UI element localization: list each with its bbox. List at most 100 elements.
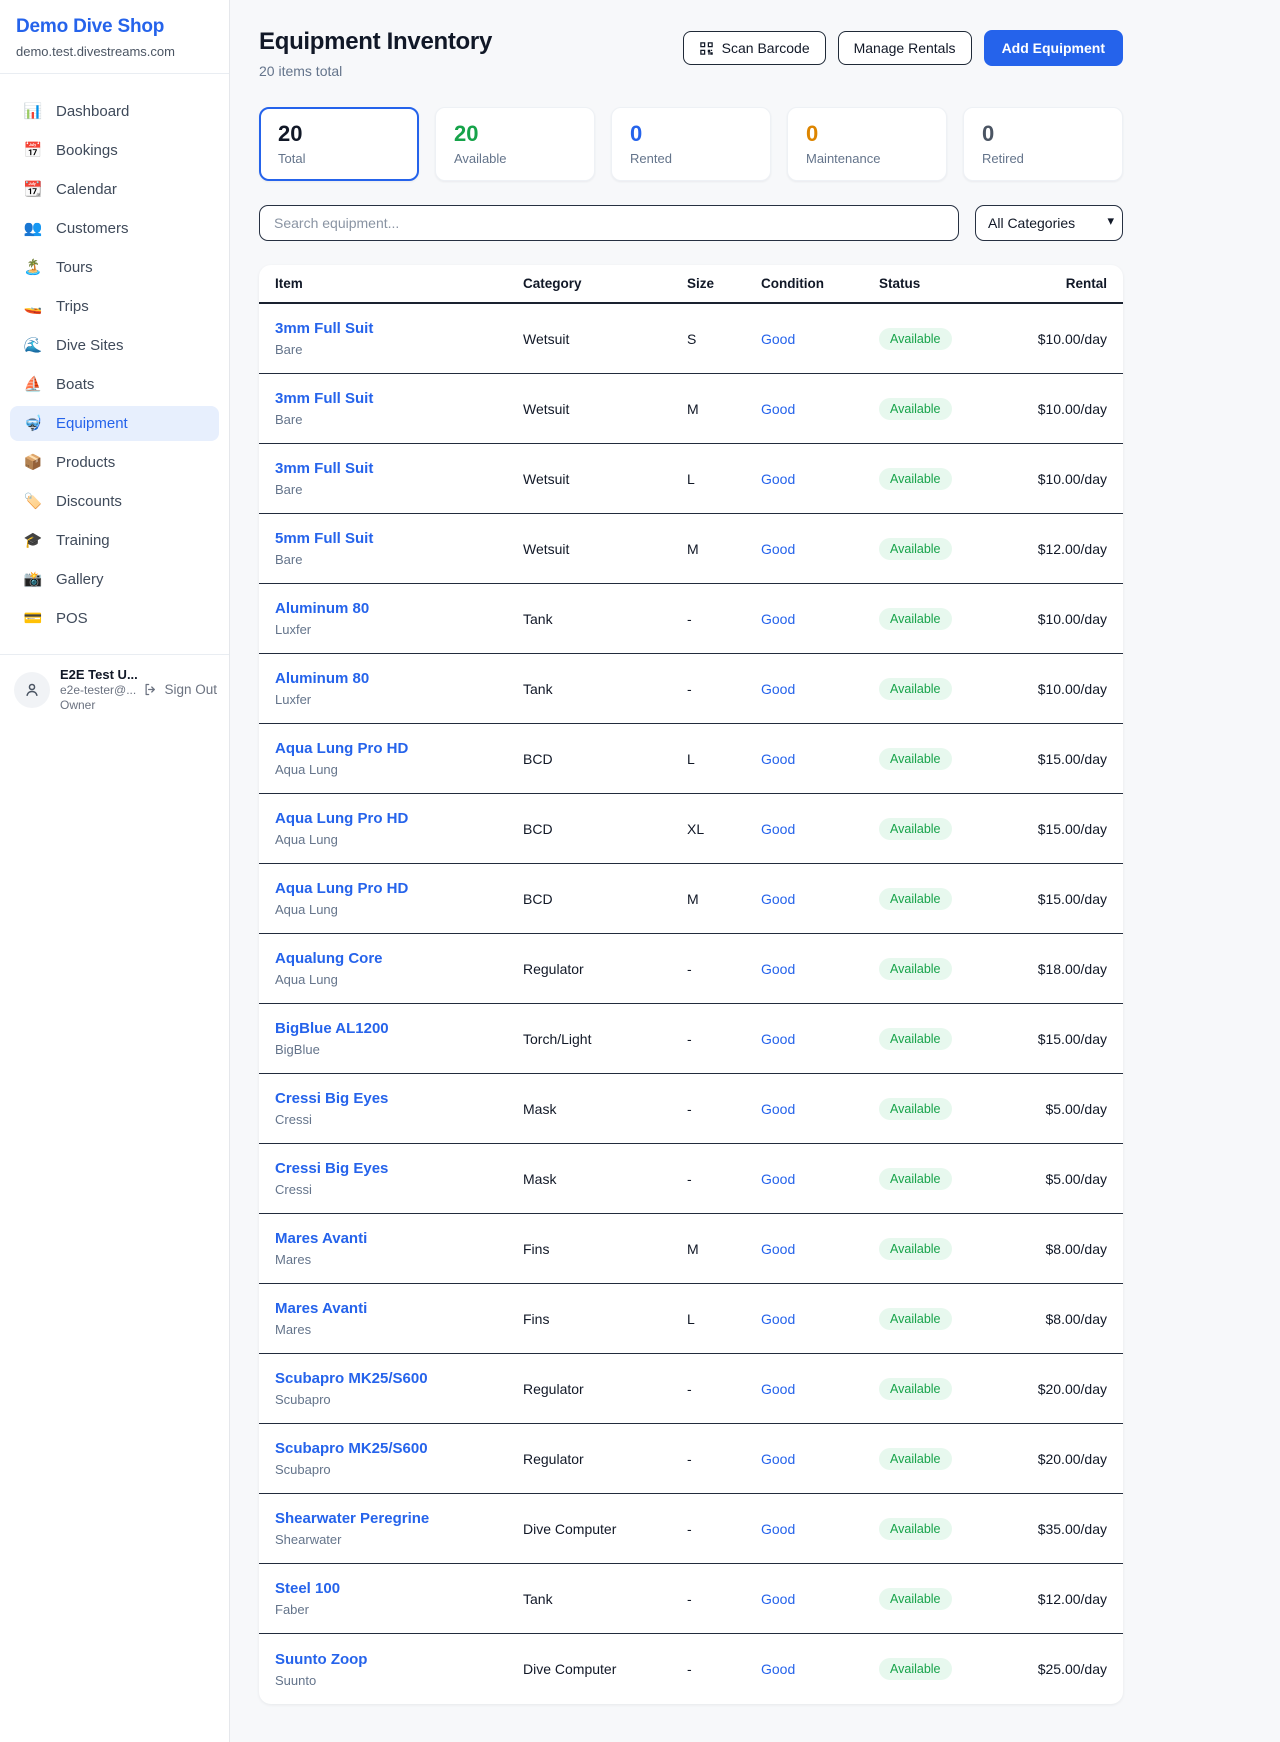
item-category: Tank [523,1591,687,1607]
sidebar-item-customers[interactable]: 👥 Customers [10,211,219,246]
status-badge: Available [879,1448,952,1470]
item-name-link[interactable]: 5mm Full Suit [275,530,523,549]
scan-barcode-label: Scan Barcode [722,40,810,56]
stat-card-total[interactable]: 20 Total [259,107,419,181]
sidebar-item-trips[interactable]: 🚤 Trips [10,289,219,324]
item-rental-rate: $10.00/day [1019,331,1107,347]
item-brand: Bare [275,482,523,497]
column-header-rental: Rental [1019,276,1107,291]
sidebar-item-bookings[interactable]: 📅 Bookings [10,133,219,168]
sidebar: Demo Dive Shop demo.test.divestreams.com… [0,0,230,1742]
sidebar-item-training[interactable]: 🎓 Training [10,523,219,558]
item-condition: Good [761,541,879,557]
status-cell: Available [879,1378,1019,1400]
manage-rentals-button[interactable]: Manage Rentals [838,31,972,65]
item-name-link[interactable]: Aluminum 80 [275,600,523,619]
table-row: Suunto Zoop Suunto Dive Computer - Good … [259,1634,1123,1704]
item-condition: Good [761,1381,879,1397]
item-cell: 5mm Full Suit Bare [275,530,523,567]
sidebar-item-equipment[interactable]: 🤿 Equipment [10,406,219,441]
item-name-link[interactable]: Scubapro MK25/S600 [275,1370,523,1389]
item-brand: Bare [275,412,523,427]
sidebar-item-boats[interactable]: ⛵ Boats [10,367,219,402]
item-name-link[interactable]: Aqua Lung Pro HD [275,740,523,759]
status-badge: Available [879,1378,952,1400]
item-size: M [687,541,761,557]
item-category: BCD [523,751,687,767]
search-input[interactable] [259,205,959,241]
brand-title[interactable]: Demo Dive Shop [16,16,213,38]
user-meta: E2E Test U... e2e-tester@... Owner [60,667,133,712]
sidebar-item-tours[interactable]: 🏝️ Tours [10,250,219,285]
item-name-link[interactable]: 3mm Full Suit [275,390,523,409]
stat-card-rented[interactable]: 0 Rented [611,107,771,181]
item-name-link[interactable]: Aqualung Core [275,950,523,969]
item-name-link[interactable]: Mares Avanti [275,1300,523,1319]
item-name-link[interactable]: Cressi Big Eyes [275,1090,523,1109]
item-name-link[interactable]: 3mm Full Suit [275,460,523,479]
status-cell: Available [879,398,1019,420]
item-category: Tank [523,681,687,697]
item-brand: BigBlue [275,1042,523,1057]
item-size: - [687,681,761,697]
stat-cards: 20 Total 20 Available 0 Rented 0 Mainten… [259,107,1123,181]
item-name-link[interactable]: Shearwater Peregrine [275,1510,523,1529]
item-name-link[interactable]: Aqua Lung Pro HD [275,880,523,899]
sidebar-item-dive-sites[interactable]: 🌊 Dive Sites [10,328,219,363]
item-brand: Cressi [275,1112,523,1127]
item-cell: Aqualung Core Aqua Lung [275,950,523,987]
item-name-link[interactable]: Aqua Lung Pro HD [275,810,523,829]
item-name-link[interactable]: BigBlue AL1200 [275,1020,523,1039]
item-name-link[interactable]: Scubapro MK25/S600 [275,1440,523,1459]
item-name-link[interactable]: Suunto Zoop [275,1651,523,1670]
sidebar-item-pos[interactable]: 💳 POS [10,601,219,636]
item-name-link[interactable]: Steel 100 [275,1580,523,1599]
item-rental-rate: $15.00/day [1019,1031,1107,1047]
stat-value: 20 [278,121,400,146]
table-row: Mares Avanti Mares Fins M Good Available… [259,1214,1123,1284]
item-category: Wetsuit [523,331,687,347]
item-name-link[interactable]: Cressi Big Eyes [275,1160,523,1179]
stat-card-available[interactable]: 20 Available [435,107,595,181]
sidebar-item-discounts[interactable]: 🏷️ Discounts [10,484,219,519]
category-select[interactable]: All Categories [975,205,1123,241]
status-cell: Available [879,1028,1019,1050]
item-size: L [687,751,761,767]
status-cell: Available [879,468,1019,490]
stat-card-maintenance[interactable]: 0 Maintenance [787,107,947,181]
sign-out-button[interactable]: Sign Out [143,682,217,697]
item-brand: Aqua Lung [275,832,523,847]
item-size: L [687,471,761,487]
status-cell: Available [879,328,1019,350]
item-brand: Suunto [275,1673,523,1688]
add-equipment-button[interactable]: Add Equipment [984,30,1123,66]
avatar [14,672,50,708]
item-rental-rate: $18.00/day [1019,961,1107,977]
item-category: Regulator [523,961,687,977]
status-cell: Available [879,1168,1019,1190]
status-cell: Available [879,678,1019,700]
item-condition: Good [761,961,879,977]
item-name-link[interactable]: Mares Avanti [275,1230,523,1249]
item-brand: Faber [275,1602,523,1617]
stat-card-retired[interactable]: 0 Retired [963,107,1123,181]
sidebar-item-products[interactable]: 📦 Products [10,445,219,480]
item-rental-rate: $10.00/day [1019,611,1107,627]
item-condition: Good [761,611,879,627]
item-size: - [687,961,761,977]
item-condition: Good [761,681,879,697]
scan-barcode-button[interactable]: Scan Barcode [683,31,826,65]
status-badge: Available [879,1658,952,1680]
sidebar-item-dashboard[interactable]: 📊 Dashboard [10,94,219,129]
sidebar-item-calendar[interactable]: 📆 Calendar [10,172,219,207]
item-size: M [687,1241,761,1257]
item-rental-rate: $12.00/day [1019,541,1107,557]
logout-icon [143,682,158,697]
item-name-link[interactable]: 3mm Full Suit [275,320,523,339]
item-category: Mask [523,1171,687,1187]
item-condition: Good [761,471,879,487]
item-name-link[interactable]: Aluminum 80 [275,670,523,689]
sidebar-item-gallery[interactable]: 📸 Gallery [10,562,219,597]
column-header-size: Size [687,276,761,291]
status-cell: Available [879,1448,1019,1470]
